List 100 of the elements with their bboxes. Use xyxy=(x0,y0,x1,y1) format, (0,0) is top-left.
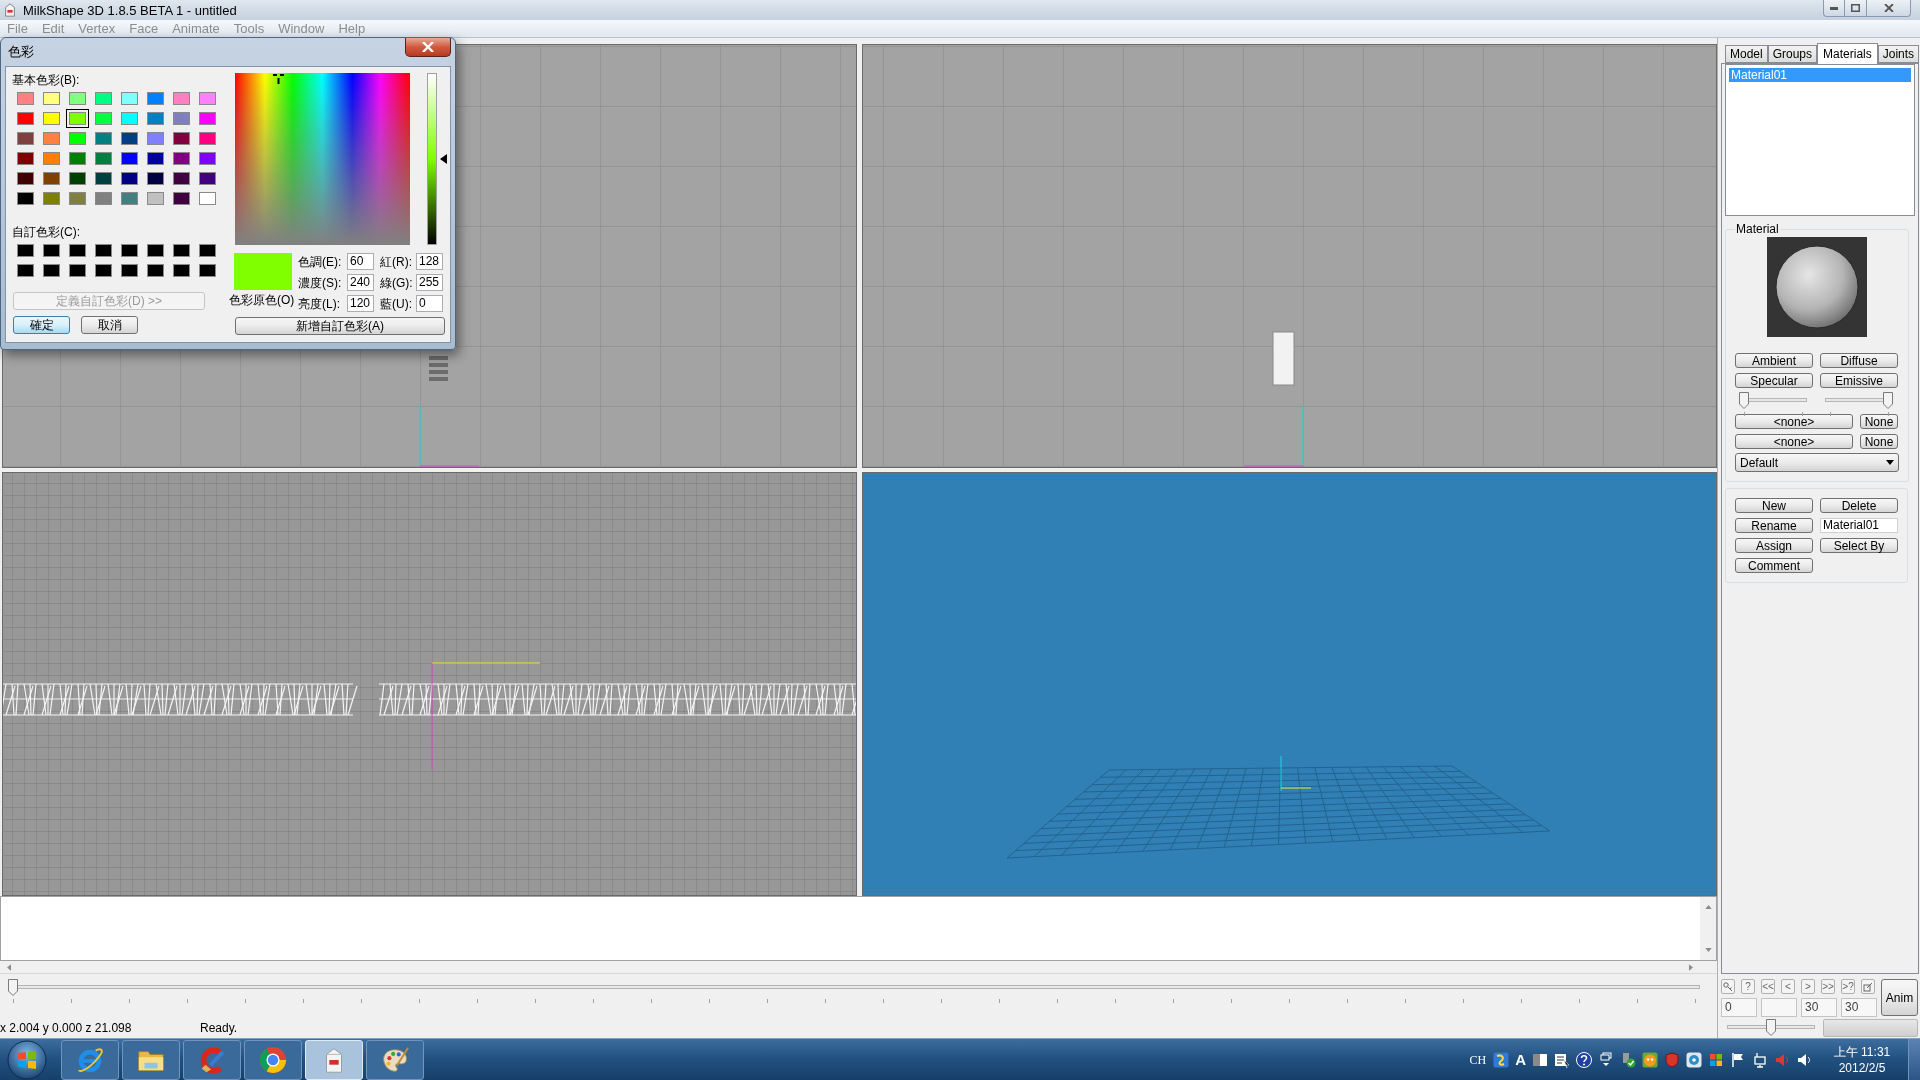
color-swatch[interactable] xyxy=(118,169,141,188)
color-swatch[interactable] xyxy=(66,261,89,280)
color-swatch[interactable] xyxy=(170,189,193,208)
color-swatch[interactable] xyxy=(196,169,219,188)
color-swatch[interactable] xyxy=(92,149,115,168)
slider[interactable] xyxy=(1825,392,1893,414)
half-square-icon[interactable] xyxy=(1532,1051,1548,1068)
color-swatch[interactable] xyxy=(170,241,193,260)
action-button[interactable]: Delete xyxy=(1820,498,1898,513)
color-swatch[interactable] xyxy=(14,261,37,280)
frame-field[interactable] xyxy=(1761,998,1797,1017)
tab[interactable]: Materials xyxy=(1817,43,1878,64)
clock-time[interactable]: 上午 11:31 xyxy=(1833,1043,1891,1060)
start-button[interactable] xyxy=(6,1039,48,1080)
anim-button[interactable]: Anim xyxy=(1881,979,1918,1016)
tab[interactable]: Groups xyxy=(1767,45,1818,63)
usb-check-icon[interactable] xyxy=(1620,1051,1636,1068)
color-swatch[interactable] xyxy=(92,129,115,148)
color-swatch[interactable] xyxy=(14,169,37,188)
color-swatch[interactable] xyxy=(144,169,167,188)
color-swatch[interactable] xyxy=(66,169,89,188)
color-swatch[interactable] xyxy=(170,109,193,128)
action-button[interactable]: Rename xyxy=(1735,518,1813,533)
slider-thumb[interactable] xyxy=(1766,1019,1776,1036)
color-swatch[interactable] xyxy=(14,149,37,168)
disc-icon[interactable] xyxy=(1686,1051,1702,1068)
color-swatch[interactable] xyxy=(40,109,63,128)
frame-nav-button[interactable]: < xyxy=(1781,979,1795,994)
speaker-icon[interactable] xyxy=(1796,1051,1812,1068)
close-button[interactable] xyxy=(1867,0,1911,17)
number-field[interactable]: 120 xyxy=(347,295,374,312)
color-swatch[interactable] xyxy=(144,261,167,280)
network-icon[interactable] xyxy=(1752,1051,1768,1068)
number-field[interactable]: 0 xyxy=(416,295,443,312)
color-swatch[interactable] xyxy=(170,89,193,108)
color-swatch[interactable] xyxy=(144,129,167,148)
texture-button[interactable]: <none> xyxy=(1735,414,1853,429)
maximize-button[interactable] xyxy=(1845,0,1867,17)
color-swatch[interactable] xyxy=(40,241,63,260)
slider-thumb[interactable] xyxy=(1883,392,1893,409)
color-swatch[interactable] xyxy=(14,189,37,208)
language-bar-icon[interactable] xyxy=(1493,1051,1510,1068)
add-custom-color-button[interactable]: 新增自訂色彩(A) xyxy=(235,317,445,335)
color-swatch[interactable] xyxy=(66,129,89,148)
color-swatch[interactable] xyxy=(144,189,167,208)
slider-thumb[interactable] xyxy=(8,979,18,996)
color-swatch[interactable] xyxy=(66,109,89,128)
number-field[interactable]: 60 xyxy=(347,253,374,270)
color-swatch[interactable] xyxy=(40,129,63,148)
color-swatch[interactable] xyxy=(66,241,89,260)
action-button[interactable]: Select By xyxy=(1820,538,1898,553)
color-swatch[interactable] xyxy=(92,109,115,128)
color-swatch[interactable] xyxy=(118,189,141,208)
color-swatch[interactable] xyxy=(196,149,219,168)
color-button[interactable]: Specular xyxy=(1735,373,1813,388)
action-button[interactable]: Comment xyxy=(1735,558,1813,573)
taskbar-button[interactable] xyxy=(244,1039,302,1080)
color-swatch[interactable] xyxy=(40,89,63,108)
frame-nav-button[interactable]: ? xyxy=(1741,979,1755,994)
frame-slider[interactable] xyxy=(1727,1019,1815,1037)
mode-dropdown[interactable]: Default xyxy=(1735,453,1899,472)
ok-button[interactable]: 確定 xyxy=(13,316,70,334)
vertical-scrollbar[interactable] xyxy=(1700,897,1716,960)
color-button[interactable]: Ambient xyxy=(1735,353,1813,368)
color-swatch[interactable] xyxy=(196,89,219,108)
color-swatch[interactable] xyxy=(40,261,63,280)
color-swatch[interactable] xyxy=(118,261,141,280)
color-swatch[interactable] xyxy=(144,89,167,108)
slider-thumb[interactable] xyxy=(1739,392,1749,409)
frame-field[interactable]: 30 xyxy=(1801,998,1837,1017)
clock-date[interactable]: 2012/2/5 xyxy=(1838,1059,1886,1076)
action-button[interactable]: Assign xyxy=(1735,538,1813,553)
color-swatch[interactable] xyxy=(196,261,219,280)
color-swatch[interactable] xyxy=(14,89,37,108)
language-indicator[interactable]: CH xyxy=(1469,1050,1487,1069)
keyframe-button[interactable] xyxy=(1721,979,1735,994)
color-swatch[interactable] xyxy=(144,109,167,128)
color-swatch[interactable] xyxy=(66,149,89,168)
minimize-button[interactable] xyxy=(1823,0,1845,17)
color-swatch[interactable] xyxy=(118,149,141,168)
color-swatch[interactable] xyxy=(40,149,63,168)
close-button[interactable] xyxy=(405,38,451,57)
frame-nav-button[interactable]: >> xyxy=(1821,979,1835,994)
action-button[interactable]: New xyxy=(1735,498,1813,513)
color-swatch[interactable] xyxy=(144,149,167,168)
windows-flag-icon[interactable] xyxy=(1708,1051,1724,1068)
input-mode-indicator[interactable]: A xyxy=(1515,1052,1526,1067)
smiley-icon[interactable] xyxy=(1642,1051,1658,1068)
taskbar-button[interactable] xyxy=(366,1039,424,1080)
frame-nav-button[interactable]: >? xyxy=(1841,979,1855,994)
color-swatch[interactable] xyxy=(118,241,141,260)
color-swatch[interactable] xyxy=(40,169,63,188)
color-swatch[interactable] xyxy=(170,169,193,188)
color-swatch[interactable] xyxy=(170,149,193,168)
color-swatch[interactable] xyxy=(14,129,37,148)
color-swatch[interactable] xyxy=(92,189,115,208)
restore-icon[interactable] xyxy=(1598,1051,1614,1068)
color-swatch[interactable] xyxy=(118,129,141,148)
color-swatch[interactable] xyxy=(118,89,141,108)
color-swatch[interactable] xyxy=(196,189,219,208)
